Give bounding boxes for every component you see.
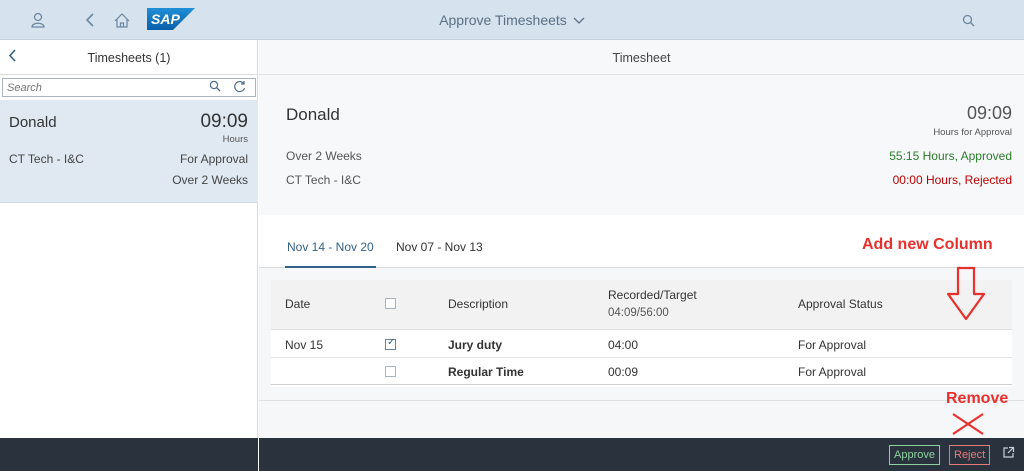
column-header-approval-status: Approval Status [798,297,883,311]
table-header: Date Description Recorded/Target 04:09/5… [271,280,1012,330]
sap-logo: SAP [147,8,195,30]
cell-approval-status: For Approval [798,338,867,352]
select-all-checkbox[interactable] [385,298,396,309]
annotation-remove: Remove [946,390,1009,407]
tab-nov-14-20[interactable]: Nov 14 - Nov 20 [285,240,376,268]
approve-button[interactable]: Approve [889,445,940,465]
app-title-menu[interactable]: Approve Timesheets [439,12,585,28]
search-icon[interactable] [209,80,221,95]
timesheet-table: Date Description Recorded/Target 04:09/5… [271,280,1012,387]
list-item-status-secondary: Over 2 Weeks [172,173,248,187]
column-header-date: Date [285,297,311,311]
search-icon[interactable] [958,10,978,30]
list-item-status: For Approval [179,152,248,166]
down-arrow-icon [946,266,986,322]
master-pane: Timesheets (1) Donald 09:09 Hours CT Tec… [0,40,258,438]
cell-approval-status: For Approval [798,365,867,379]
master-title: Timesheets (1) [87,51,171,65]
object-title: Donald [286,105,340,124]
share-icon[interactable] [1002,446,1015,462]
app-title: Approve Timesheets [439,12,567,28]
reject-button[interactable]: Reject [949,445,991,465]
object-attribute-period: Over 2 Weeks [286,149,362,163]
annotation-add-column: Add new Column [862,236,993,253]
shell-header: SAP Approve Timesheets [0,0,1024,40]
list-item-number: 09:09 [200,111,248,132]
user-icon[interactable] [28,10,48,30]
sap-logo-text: SAP [151,11,180,27]
object-number: 09:09 [966,103,1012,123]
refresh-icon[interactable] [233,80,246,96]
detail-footer: Approve Reject [259,438,1024,471]
recorded-total: 04:09/56:00 [608,307,669,319]
list-item-title: Donald [9,114,57,131]
object-number-unit: Hours for Approval [933,127,1012,138]
list-item-unit: Hours [222,134,248,145]
object-attribute-org: CT Tech - I&C [286,173,361,187]
list-item[interactable]: Donald 09:09 Hours CT Tech - I&C For App… [0,100,258,203]
list-item-attribute: CT Tech - I&C [9,152,84,166]
table-row: Nov 15 Jury duty 04:00 For Approval [271,331,1012,358]
cell-recorded: 04:00 [608,338,639,352]
master-header: Timesheets (1) [0,40,257,75]
column-header-description: Description [448,297,509,311]
row-checkbox[interactable] [385,337,396,350]
cell-date: Nov 15 [285,338,324,352]
status-approved: 55:15 Hours, Approved [889,149,1012,163]
row-checkbox[interactable] [385,366,396,377]
cell-recorded: 00:09 [608,365,639,379]
divider [259,400,1024,401]
column-header-recorded: Recorded/Target [608,288,697,302]
search-field[interactable] [2,78,256,97]
detail-header: Timesheet [259,40,1024,75]
back-icon[interactable] [80,10,100,30]
master-footer [0,438,258,471]
table-row: Regular Time 00:09 For Approval [271,358,1012,385]
search-input[interactable] [3,79,193,96]
home-icon[interactable] [112,10,132,30]
tab-nov-07-13[interactable]: Nov 07 - Nov 13 [396,240,483,254]
chevron-down-icon [573,12,585,28]
cell-description: Jury duty [448,338,503,352]
cell-description: Regular Time [448,365,524,379]
object-header: Donald 09:09 Hours for Approval Over 2 W… [259,75,1024,215]
cross-icon [951,412,985,436]
status-rejected: 00:00 Hours, Rejected [892,173,1012,187]
